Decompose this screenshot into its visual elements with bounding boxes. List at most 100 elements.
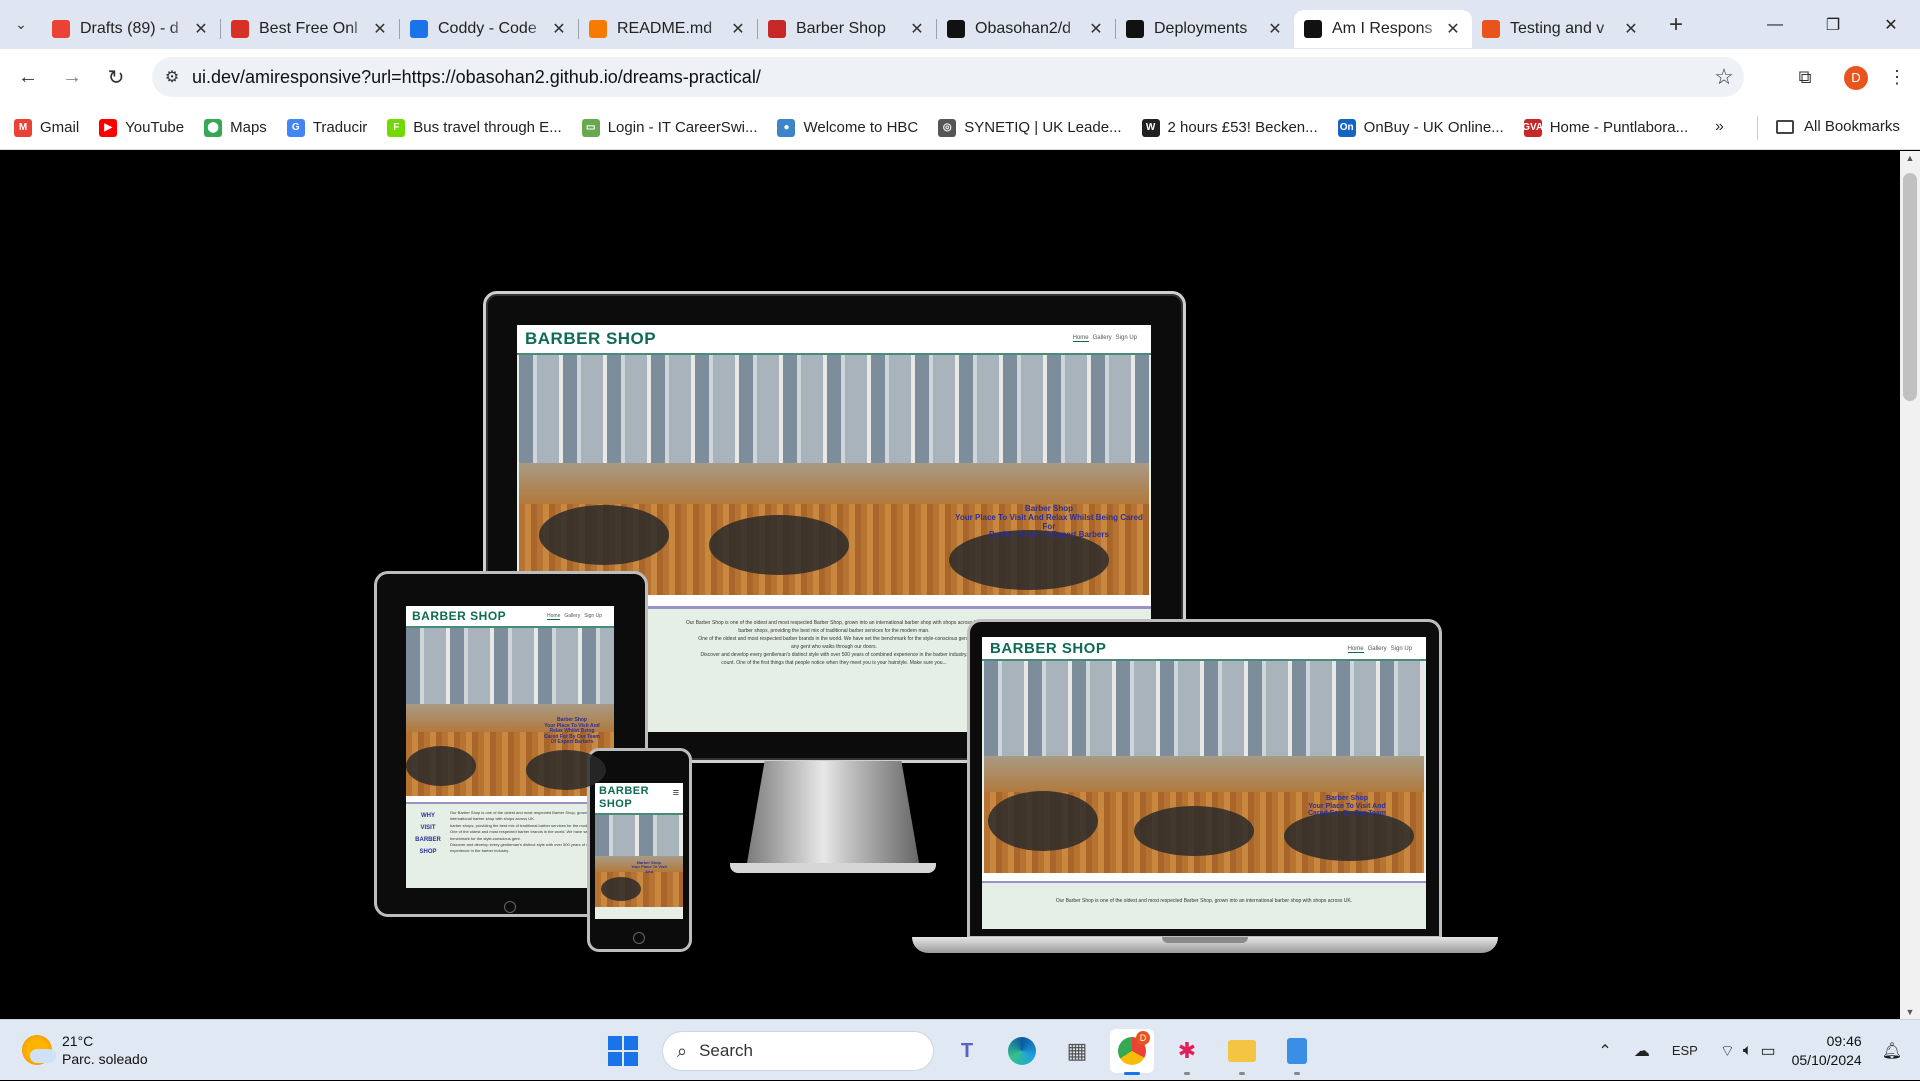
bookmark-favicon-icon: ◎ <box>938 118 957 137</box>
tab[interactable]: Testing and v ✕ <box>1472 10 1650 48</box>
slack-app-icon[interactable]: ✱ <box>1165 1029 1209 1075</box>
chevron-up-icon[interactable]: ⌃ <box>1598 1041 1611 1061</box>
bookmark-item[interactable]: M Gmail <box>14 118 79 137</box>
bookmark-item[interactable]: ▭ Login - IT CareerSwi... <box>581 118 757 137</box>
nav-signup[interactable]: Sign Up <box>584 613 602 620</box>
close-window-button[interactable]: ✕ <box>1862 0 1920 49</box>
tab[interactable]: Drafts (89) - d ✕ <box>42 10 220 48</box>
tab-title: Best Free Onl <box>259 19 358 37</box>
close-tab-icon[interactable]: ✕ <box>1087 19 1105 39</box>
close-tab-icon[interactable]: ✕ <box>192 19 210 39</box>
forward-button[interactable]: → <box>50 66 94 89</box>
scrollbar-thumb[interactable] <box>1903 173 1917 401</box>
nav-gallery[interactable]: Gallery <box>1093 335 1112 342</box>
nav-gallery[interactable]: Gallery <box>1368 646 1387 653</box>
tab[interactable]: Deployments ✕ <box>1116 10 1294 48</box>
bookmark-item[interactable]: ⬤ Maps <box>204 118 267 137</box>
back-button[interactable]: ← <box>6 66 50 89</box>
minimize-button[interactable]: — <box>1746 0 1804 49</box>
hero-caption-line1: Your Place To Visit And Relax Whilst Bei… <box>955 512 1143 531</box>
monitor-base <box>730 863 936 873</box>
new-tab-button[interactable]: + <box>1658 11 1694 39</box>
kebab-menu-icon[interactable]: ⋮ <box>1882 67 1912 88</box>
body-line: One of the oldest and most respected bar… <box>450 829 596 841</box>
bookmark-favicon-icon: M <box>14 118 32 137</box>
tablet-hero-image: Barber Shop Your Place To Visit And Rela… <box>406 628 614 796</box>
nav-home[interactable]: Home <box>1347 646 1364 653</box>
bookmark-star-icon[interactable]: ☆ <box>1704 64 1744 90</box>
site-icon <box>231 19 249 38</box>
close-tab-icon[interactable]: ✕ <box>908 19 926 39</box>
all-bookmarks-button[interactable]: All Bookmarks <box>1776 118 1900 135</box>
address-bar[interactable]: ⚙ ui.dev/amiresponsive?url=https://obaso… <box>152 57 1744 97</box>
tab[interactable]: Coddy - Code ✕ <box>400 10 578 48</box>
tab-title: README.md <box>617 19 713 37</box>
tab[interactable]: Obasohan2/d ✕ <box>937 10 1115 48</box>
bookmark-item[interactable]: F Bus travel through E... <box>387 118 562 137</box>
tab[interactable]: README.md ✕ <box>579 10 757 48</box>
phone-title-line: BARBER <box>599 785 650 797</box>
tab[interactable]: Barber Shop ✕ <box>758 10 936 48</box>
notepad-app-icon[interactable] <box>1275 1029 1319 1075</box>
laptop-site-title: BARBER SHOP <box>990 640 1107 657</box>
reload-button[interactable]: ↻ <box>94 65 138 90</box>
extensions-icon[interactable]: ⧉ <box>1780 67 1830 88</box>
search-icon: ⌕ <box>677 1040 688 1061</box>
file-explorer-app-icon[interactable] <box>1220 1029 1264 1075</box>
hamburger-menu-icon[interactable]: ≡ <box>673 787 679 799</box>
bookmark-item[interactable]: GVA Home - Puntlabora... <box>1522 118 1688 137</box>
tab[interactable]: Best Free Onl ✕ <box>221 10 399 48</box>
volume-icon[interactable]: 🔈︎ <box>1743 1042 1753 1060</box>
phone-caption-line: Your Place To Visit And <box>631 864 667 874</box>
profile-avatar[interactable]: D <box>1844 65 1868 90</box>
chrome-app-icon[interactable]: D <box>1110 1029 1154 1075</box>
close-tab-icon[interactable]: ✕ <box>550 19 568 39</box>
weather-widget[interactable]: 21°C Parc. soleado <box>22 1032 148 1068</box>
bookmark-item[interactable]: ▶ YouTube <box>99 118 184 137</box>
language-indicator[interactable]: ESP <box>1672 1043 1698 1058</box>
bookmark-item[interactable]: G Traducir <box>286 118 367 137</box>
close-tab-icon[interactable]: ✕ <box>729 19 747 39</box>
bookmark-item[interactable]: ◎ SYNETIQ | UK Leade... <box>938 118 1122 137</box>
scroll-down-icon[interactable]: ▼ <box>1900 1007 1920 1017</box>
url-text[interactable]: ui.dev/amiresponsive?url=https://obasoha… <box>192 67 1704 88</box>
battery-icon[interactable]: ▭ <box>1760 1041 1775 1061</box>
chair-shape <box>539 505 669 565</box>
nav-signup[interactable]: Sign Up <box>1116 335 1137 342</box>
nav-home[interactable]: Home <box>1072 335 1089 342</box>
close-tab-icon[interactable]: ✕ <box>371 19 389 39</box>
nav-gallery[interactable]: Gallery <box>564 613 580 620</box>
scroll-up-icon[interactable]: ▲ <box>1900 153 1920 163</box>
nav-home[interactable]: Home <box>547 613 561 620</box>
bookmark-item[interactable]: W 2 hours £53! Becken... <box>1141 118 1318 137</box>
teams-app-icon[interactable]: T <box>945 1029 989 1073</box>
testing-icon <box>1482 19 1500 38</box>
restore-button[interactable]: ❐ <box>1804 0 1862 49</box>
nav-signup[interactable]: Sign Up <box>1391 646 1412 653</box>
onedrive-cloud-icon[interactable]: ☁ <box>1634 1041 1650 1061</box>
notification-bell-icon[interactable]: 🔔︎ <box>1882 1041 1902 1061</box>
more-bookmarks-icon[interactable]: » <box>1715 118 1724 136</box>
bookmark-favicon-icon: F <box>387 118 406 137</box>
clock[interactable]: 09:46 05/10/2024 <box>1792 1032 1862 1070</box>
page-scrollbar[interactable]: ▲ ▼ <box>1900 151 1920 1019</box>
wifi-icon[interactable]: ⌔ <box>1720 1041 1735 1061</box>
tab-search-button[interactable]: ⌄ <box>0 0 42 49</box>
tab[interactable]: Am I Respons ✕ <box>1294 9 1472 48</box>
chair-shape <box>406 746 476 786</box>
close-tab-icon[interactable]: ✕ <box>1266 19 1284 39</box>
taskbar-search[interactable]: ⌕ Search <box>662 1031 934 1071</box>
start-button[interactable] <box>608 1036 638 1066</box>
bookmark-item[interactable]: On OnBuy - UK Online... <box>1337 118 1504 137</box>
arrow-right-icon: → <box>62 66 82 88</box>
close-tab-icon[interactable]: ✕ <box>1622 19 1640 39</box>
plus-icon: + <box>1668 10 1683 38</box>
all-bookmarks-label: All Bookmarks <box>1804 118 1900 135</box>
calculator-app-icon[interactable]: ▦ <box>1055 1029 1099 1073</box>
edge-app-icon[interactable] <box>1000 1029 1044 1073</box>
close-tab-icon[interactable]: ✕ <box>1444 19 1462 39</box>
bookmark-favicon-icon: ▭ <box>581 118 600 137</box>
bookmark-label: Welcome to HBC <box>803 119 919 136</box>
bookmark-item[interactable]: ● Welcome to HBC <box>777 118 919 137</box>
site-info-icon[interactable]: ⚙ <box>152 67 192 87</box>
